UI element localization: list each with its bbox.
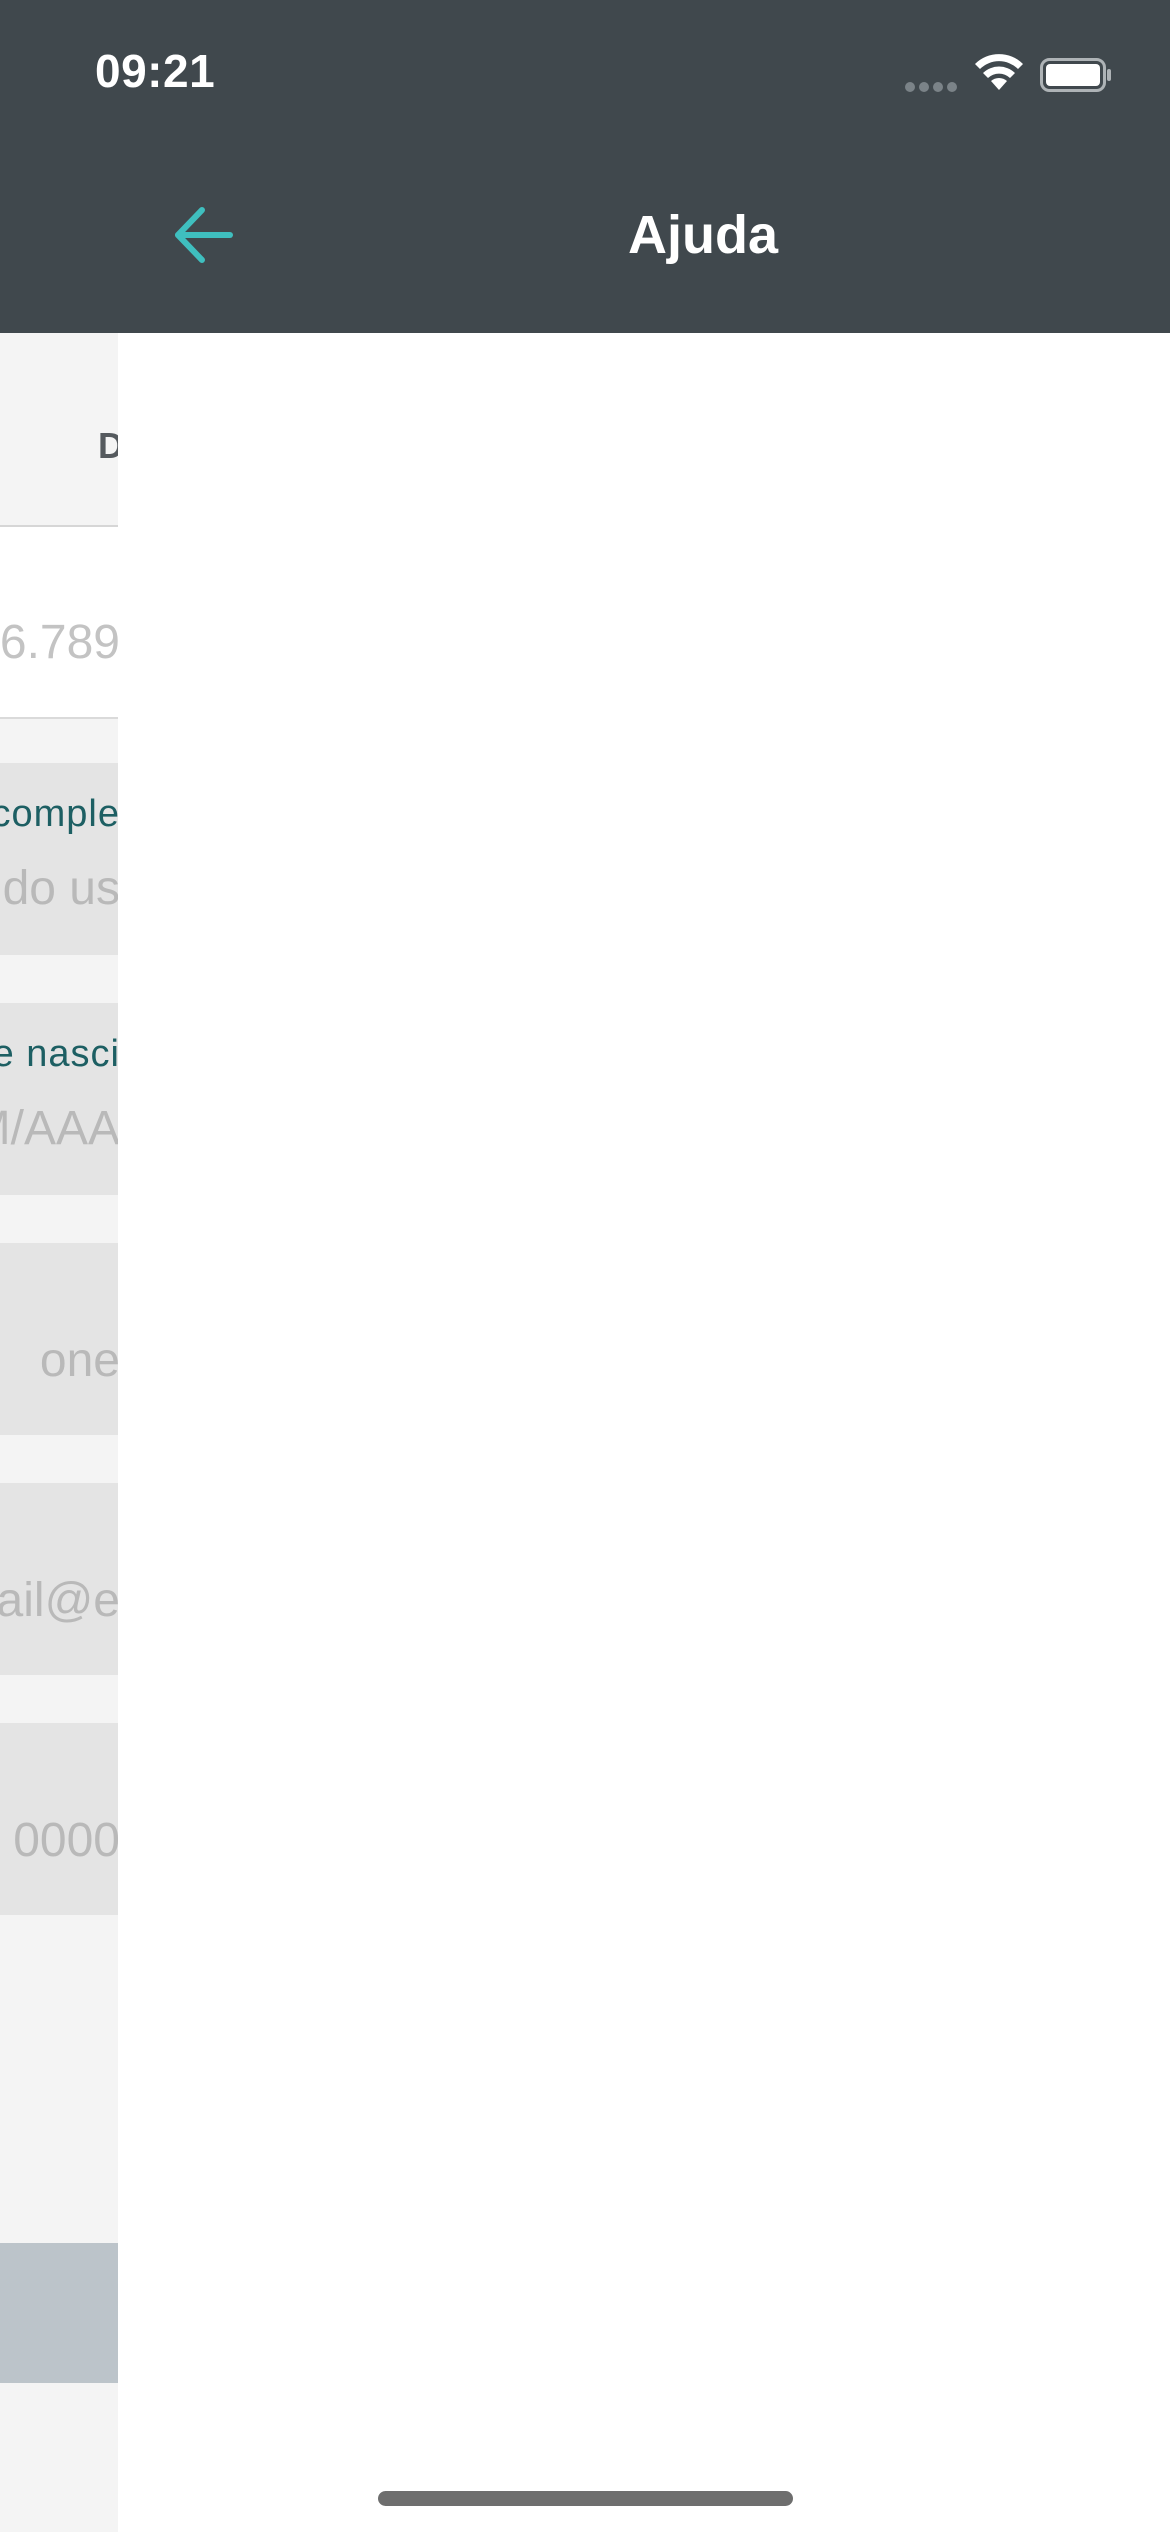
top-bar: 09:21 Ajuda (0, 0, 1170, 333)
wifi-icon (975, 54, 1023, 90)
underlying-name-field[interactable]: comple do us (0, 763, 118, 955)
underlying-form-screen: D 56.789 comple do us e nasci M/AAA one … (0, 333, 118, 2532)
underlying-field-label: e nasci (0, 1033, 118, 1075)
underlying-cep-field[interactable]: 0000 (0, 1723, 118, 1915)
underlying-cpf-value: 56.789 (0, 616, 118, 669)
underlying-field-placeholder: 0000 (13, 1814, 118, 1867)
underlying-field-label: comple (0, 793, 118, 835)
cellular-signal-icon (905, 82, 959, 92)
underlying-submit-button[interactable] (0, 2243, 118, 2383)
page-title: Ajuda (627, 205, 778, 265)
underlying-header-text: D (98, 425, 118, 467)
underlying-email-field[interactable]: ail@e (0, 1483, 118, 1675)
underlying-field-placeholder: ail@e (0, 1574, 118, 1627)
home-indicator[interactable] (378, 2491, 793, 2506)
underlying-birthdate-field[interactable]: e nasci M/AAA (0, 1003, 118, 1195)
underlying-field-placeholder: do us (2, 862, 118, 915)
underlying-field-placeholder: M/AAA (0, 1102, 118, 1155)
help-content-panel (118, 333, 1170, 2532)
battery-icon (1040, 58, 1111, 92)
underlying-cpf-field[interactable]: 56.789 (0, 527, 118, 719)
underlying-phone-field[interactable]: one (0, 1243, 118, 1435)
underlying-field-placeholder: one (39, 1334, 118, 1387)
status-time: 09:21 (95, 45, 216, 97)
underlying-header: D (0, 333, 118, 527)
